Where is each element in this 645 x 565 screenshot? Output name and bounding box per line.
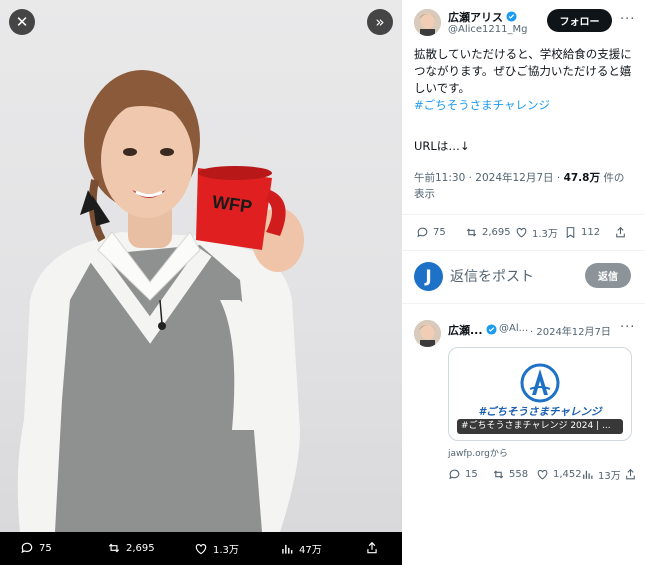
reply-author-name-text: 広瀬...	[448, 324, 483, 337]
wfp-logo-icon	[520, 363, 560, 403]
tweet-body: 拡散していただけると、学校給食の支援につながります。ぜひご協力いただけると嬉しい…	[414, 47, 632, 95]
reply-button[interactable]: 75	[416, 226, 446, 239]
link-card[interactable]: #ごちそうさまチャレンジ #ごちそうさまチャレンジ 2024 | ...	[448, 347, 632, 441]
tweet-hashtag-link[interactable]: #ごちそうさまチャレンジ	[414, 98, 550, 112]
retweet-icon	[466, 227, 477, 237]
reply-tweet-actions: 15 558 1,452 13万	[448, 466, 638, 482]
reply-tweet-retweet-button[interactable]: 558	[492, 468, 528, 481]
share-icon	[626, 468, 635, 479]
share-button[interactable]	[614, 226, 627, 239]
like-count: 1.3万	[532, 228, 558, 240]
reply-tweet-reply-count: 15	[465, 468, 478, 480]
author-handle[interactable]: @Alice1211_Mg	[448, 24, 527, 35]
divider	[402, 214, 645, 215]
media-reply-button[interactable]: 75	[20, 541, 52, 555]
bookmark-button[interactable]: 112	[564, 226, 600, 239]
reply-author-handle[interactable]: @Al...	[499, 323, 528, 334]
close-icon: ✕	[15, 13, 29, 31]
share-icon	[616, 226, 625, 237]
divider	[402, 303, 645, 304]
reply-tweet-views-count: 13万	[598, 470, 621, 482]
avatar[interactable]	[414, 9, 441, 36]
card-hashtag: #ごちそうさまチャレンジ	[478, 406, 602, 418]
tweet-panel: 広瀬アリス @Alice1211_Mg フォロー ··· 拡散していただけると、…	[402, 0, 645, 565]
reply-tweet-share-button[interactable]	[624, 468, 637, 481]
tweet-url-line: URLは…↓	[414, 139, 470, 153]
heart-icon	[516, 227, 527, 237]
retweet-button[interactable]: 2,695	[465, 226, 511, 239]
media-like-count: 1.3万	[213, 545, 239, 556]
reply-icon	[417, 227, 428, 237]
reply-avatar[interactable]	[414, 320, 441, 347]
reply-input[interactable]: 返信をポスト	[450, 266, 534, 286]
author-name[interactable]: 広瀬アリス	[448, 9, 517, 25]
double-chevron-right-icon: »	[375, 13, 385, 31]
media-views-button[interactable]: 47万	[280, 541, 322, 556]
reply-icon	[21, 542, 33, 554]
reply-tweet-views-button[interactable]: 13万	[581, 467, 621, 482]
tweet-photo[interactable]: WFP	[0, 0, 402, 532]
reply-author-name[interactable]: 広瀬...	[448, 322, 497, 338]
reply-tweet-retweet-count: 558	[509, 468, 529, 480]
retweet-icon	[493, 469, 504, 479]
reply-user-avatar: J	[414, 262, 443, 291]
card-domain[interactable]: jawfp.orgから	[448, 446, 508, 459]
media-reply-count: 75	[39, 542, 52, 554]
reply-tweet-like-button[interactable]: 1,452	[536, 468, 582, 481]
views-count: 47.8万	[563, 172, 600, 184]
more-options-icon[interactable]: ···	[620, 12, 635, 27]
tweet-meta: 午前11:30 · 2024年12月7日 · 47.8万 件の表示	[414, 170, 634, 202]
analytics-icon	[583, 470, 593, 479]
follow-button[interactable]: フォロー	[547, 9, 612, 32]
verified-icon	[486, 324, 497, 335]
expand-button[interactable]: »	[367, 9, 393, 35]
tweet-text: 拡散していただけると、学校給食の支援につながります。ぜひご協力いただけると嬉しい…	[414, 46, 636, 114]
reply-more-options-icon[interactable]: ···	[620, 320, 635, 335]
reply-count: 75	[433, 226, 446, 238]
media-views-count: 47万	[299, 545, 322, 556]
share-icon	[367, 541, 377, 554]
reply-avatar-image	[414, 320, 441, 347]
reply-tweet-like-count: 1,452	[553, 468, 582, 480]
card-caption: #ごちそうさまチャレンジ 2024 | ...	[457, 419, 623, 434]
media-action-bar: 75 2,695 1.3万 47万	[0, 532, 402, 565]
heart-icon	[537, 469, 548, 479]
media-retweet-count: 2,695	[126, 542, 155, 554]
like-button[interactable]: 1.3万	[515, 225, 558, 240]
analytics-icon	[282, 544, 293, 554]
verified-icon	[506, 11, 517, 22]
media-share-button[interactable]	[365, 541, 379, 555]
tweet-actions: 75 2,695 1.3万 112	[414, 224, 636, 240]
tweet-timestamp[interactable]: 午前11:30 · 2024年12月7日 ·	[414, 172, 564, 184]
close-button[interactable]: ✕	[9, 9, 35, 35]
retweet-icon	[108, 543, 120, 553]
reply-icon	[449, 469, 460, 479]
bookmark-count: 112	[581, 226, 601, 238]
media-like-button[interactable]: 1.3万	[194, 541, 239, 556]
heart-icon	[195, 543, 207, 554]
avatar-image	[414, 9, 441, 36]
reply-tweet-reply-button[interactable]: 15	[448, 468, 478, 481]
photo-illustration: WFP	[17, 70, 304, 532]
reply-date[interactable]: · 2024年12月7日	[530, 323, 611, 338]
media-viewer: WFP ✕ » 75 2,695 1.3万 47万	[0, 0, 402, 565]
bookmark-icon	[566, 226, 575, 238]
reply-submit-button[interactable]: 返信	[585, 263, 631, 288]
media-retweet-button[interactable]: 2,695	[107, 541, 155, 555]
author-name-text: 広瀬アリス	[448, 11, 503, 24]
retweet-count: 2,695	[482, 226, 511, 238]
divider	[402, 250, 645, 251]
